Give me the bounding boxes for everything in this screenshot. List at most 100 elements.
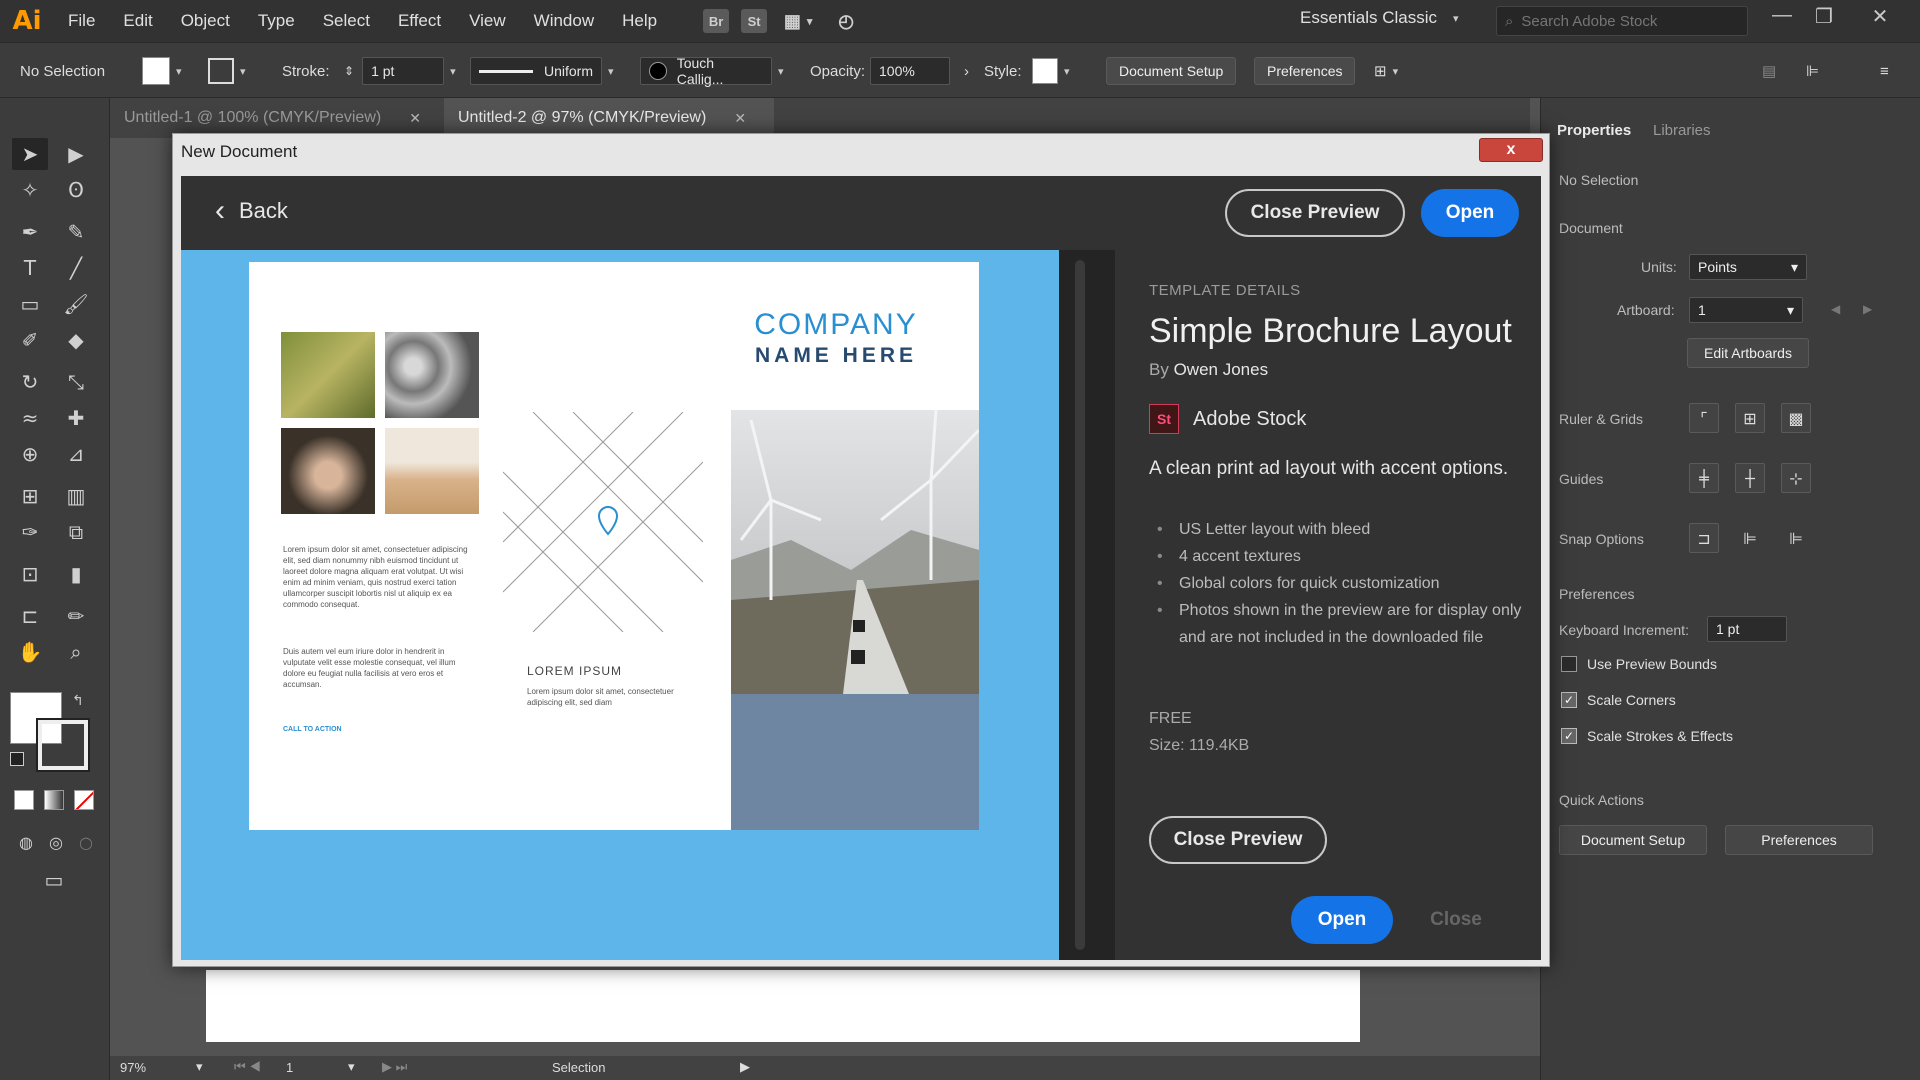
document-setup-button[interactable]: Document Setup [1106, 57, 1237, 85]
menu-type[interactable]: Type [244, 11, 309, 31]
puppet-warp-icon[interactable]: ✚ [58, 402, 94, 434]
chevron-down-icon[interactable]: ▾ [196, 1059, 203, 1075]
draw-inside-icon[interactable]: ○ [68, 826, 104, 858]
graphic-style-swatch[interactable]: ▾ [1032, 43, 1070, 99]
type-tool-icon[interactable]: T [12, 252, 48, 284]
rulers-icon[interactable]: ⌜ [1689, 403, 1719, 433]
author-name[interactable]: Owen Jones [1174, 360, 1269, 379]
dialog-close-icon[interactable]: x [1479, 138, 1543, 162]
artboard-select[interactable]: 1 ▾ [1689, 297, 1803, 323]
stock-search-input[interactable] [1521, 12, 1722, 30]
rectangle-tool-icon[interactable]: ▭ [12, 288, 48, 320]
magic-wand-icon[interactable]: ✧ [12, 174, 48, 206]
slice-tool-icon[interactable]: ✏ [58, 600, 94, 632]
close-preview-button[interactable]: Close Preview [1149, 816, 1327, 864]
play-icon[interactable]: ▶ [740, 1059, 750, 1075]
keyboard-increment-input[interactable]: 1 pt [1707, 616, 1787, 642]
menu-view[interactable]: View [455, 11, 520, 31]
menu-help[interactable]: Help [608, 11, 671, 31]
fill-swatch[interactable]: ▾ [142, 43, 182, 99]
snap-to-pixel-icon[interactable]: ⊫ [1735, 523, 1765, 553]
minimize-icon[interactable]: — [1762, 4, 1802, 27]
blend-tool-icon[interactable]: ⧉ [58, 516, 94, 548]
rotate-tool-icon[interactable]: ↻ [12, 366, 48, 398]
artboard-number[interactable]: 1 [286, 1060, 293, 1075]
menu-file[interactable]: File [54, 11, 109, 31]
line-tool-icon[interactable]: ╱ [58, 252, 94, 284]
show-guides-icon[interactable]: ╪ [1689, 463, 1719, 493]
stock-icon[interactable]: St [741, 9, 768, 33]
tab-untitled-1[interactable]: Untitled-1 @ 100% (CMYK/Preview) ✕ [110, 98, 440, 138]
arrange-icon[interactable]: ⊞ ▾ [1374, 43, 1398, 99]
stroke-color-icon[interactable] [36, 718, 90, 772]
perspective-grid-icon[interactable]: ⊿ [58, 438, 94, 470]
paintbrush-icon[interactable]: 🖌 [58, 288, 94, 320]
width-tool-icon[interactable]: ≈ [12, 402, 48, 434]
gpu-performance-icon[interactable]: ◴ [833, 9, 859, 33]
eyedropper-icon[interactable]: ✑ [12, 516, 48, 548]
menu-select[interactable]: Select [309, 11, 384, 31]
use-preview-bounds-checkbox[interactable]: Use Preview Bounds [1561, 656, 1717, 672]
menu-effect[interactable]: Effect [384, 11, 455, 31]
smart-guides-icon[interactable]: ⊹ [1781, 463, 1811, 493]
screen-mode-icon[interactable]: ▭ [36, 864, 72, 896]
stock-search[interactable]: ⌕ [1496, 6, 1748, 36]
mesh-tool-icon[interactable]: ⊞ [12, 480, 48, 512]
tab-properties[interactable]: Properties [1557, 122, 1631, 139]
snap-to-glyph-icon[interactable]: ⊫ [1781, 523, 1811, 553]
bridge-icon[interactable]: Br [703, 9, 730, 33]
arrange-documents-icon[interactable]: ▦ ▾ [784, 9, 813, 33]
units-select[interactable]: Points ▾ [1689, 254, 1807, 280]
quick-document-setup-button[interactable]: Document Setup [1559, 825, 1707, 855]
menu-window[interactable]: Window [520, 11, 608, 31]
workspace-switcher[interactable]: Essentials Classic ▾ [1300, 8, 1459, 28]
transparency-grid-icon[interactable]: ▩ [1781, 403, 1811, 433]
menu-edit[interactable]: Edit [109, 11, 166, 31]
stroke-weight[interactable]: ⇕ 1 pt ▾ [344, 43, 456, 99]
snap-to-point-icon[interactable]: ⊐ [1689, 523, 1719, 553]
brush-definition[interactable]: Touch Callig... ▾ [640, 43, 784, 99]
gradient-tool-icon[interactable]: ▥ [58, 480, 94, 512]
graph-tool-icon[interactable]: ▮ [58, 558, 94, 590]
artboard-tool-icon[interactable]: ⊏ [12, 600, 48, 632]
scale-strokes-checkbox[interactable]: ✓ Scale Strokes & Effects [1561, 728, 1733, 744]
tab-untitled-2[interactable]: Untitled-2 @ 97% (CMYK/Preview) ✕ [444, 98, 774, 138]
close-tab-icon[interactable]: ✕ [409, 110, 421, 127]
eraser-icon[interactable]: ◆ [58, 324, 94, 356]
close-window-icon[interactable]: ✕ [1860, 4, 1900, 29]
shaper-tool-icon[interactable]: ✐ [12, 324, 48, 356]
zoom-tool-icon[interactable]: ⌕ [58, 636, 94, 668]
close-tab-icon[interactable]: ✕ [734, 110, 746, 127]
next-artboard-icon[interactable]: ▶ ⏭ [382, 1059, 407, 1075]
open-button[interactable]: Open [1291, 896, 1393, 944]
none-mode-icon[interactable] [74, 790, 94, 810]
stroke-weight-input[interactable]: 1 pt [362, 57, 445, 85]
back-button[interactable]: ‹ Back [215, 196, 288, 226]
align-icon[interactable]: ▤ [1762, 43, 1776, 99]
curvature-tool-icon[interactable]: ✎ [58, 216, 94, 248]
first-artboard-icon[interactable]: ⏮ ◀ [234, 1059, 261, 1075]
previous-artboard-icon[interactable]: ◀ [1831, 302, 1840, 316]
open-button-header[interactable]: Open [1421, 189, 1519, 237]
lasso-icon[interactable]: ʘ [58, 174, 94, 206]
close-button[interactable]: Close [1405, 896, 1507, 944]
default-colors-icon[interactable] [10, 752, 24, 766]
variable-width-profile[interactable]: Uniform ▾ [470, 43, 614, 99]
selection-tool-icon[interactable]: ➤ [12, 138, 48, 170]
next-artboard-icon[interactable]: ▶ [1863, 302, 1872, 316]
preview-scrollbar[interactable] [1059, 250, 1115, 960]
panel-menu-icon[interactable]: ≡ [1880, 43, 1889, 99]
scale-corners-checkbox[interactable]: ✓ Scale Corners [1561, 692, 1676, 708]
quick-preferences-button[interactable]: Preferences [1725, 825, 1873, 855]
chevron-right-icon[interactable]: › [964, 63, 969, 80]
opacity-field[interactable]: 100% › [870, 43, 969, 99]
chevron-down-icon[interactable]: ▾ [348, 1059, 355, 1075]
restore-icon[interactable]: ❐ [1804, 4, 1844, 29]
scroll-thumb[interactable] [1075, 260, 1085, 950]
edit-artboards-button[interactable]: Edit Artboards [1687, 338, 1809, 368]
grid-icon[interactable]: ⊞ [1735, 403, 1765, 433]
direct-selection-tool-icon[interactable]: ▶ [58, 138, 94, 170]
menu-object[interactable]: Object [167, 11, 244, 31]
swap-colors-icon[interactable]: ↰ [72, 692, 84, 709]
opacity-input[interactable]: 100% [870, 57, 950, 85]
